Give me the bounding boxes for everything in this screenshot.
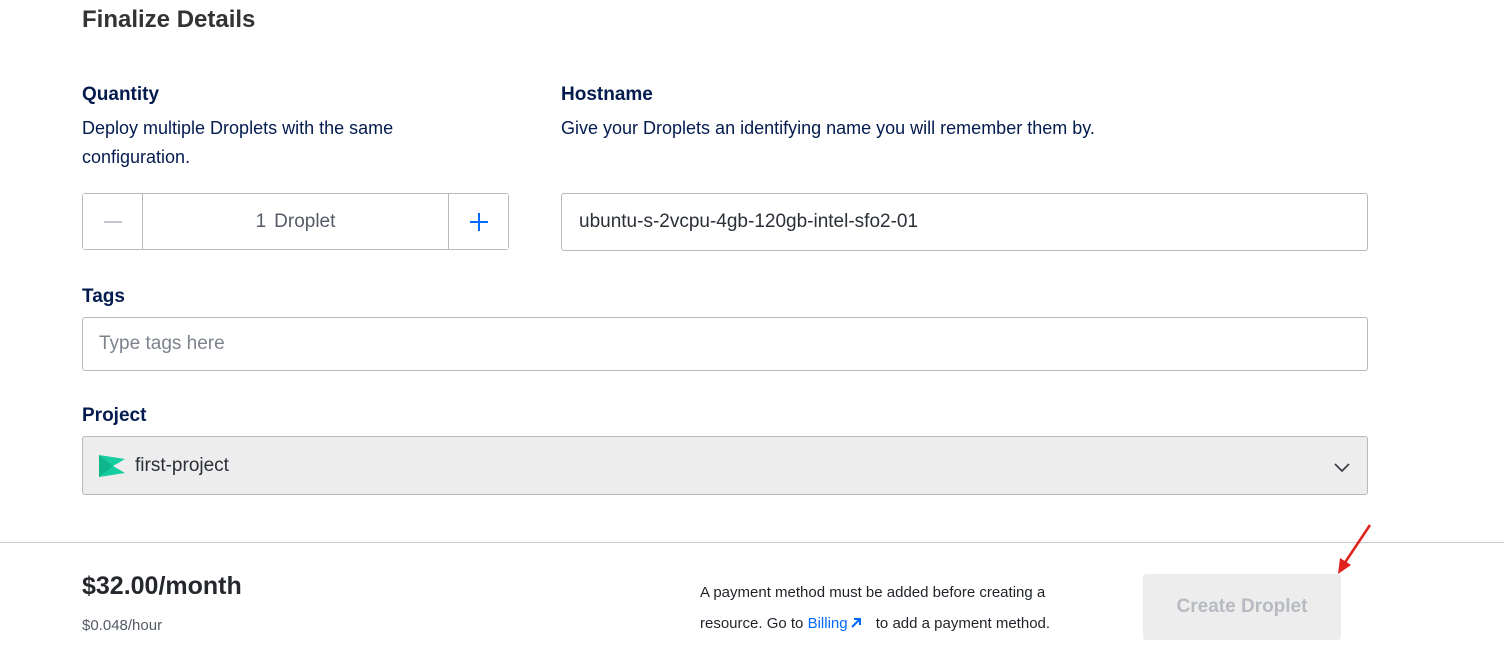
quantity-number: 1 [255, 210, 267, 232]
monthly-price: $32.00/month [82, 572, 242, 600]
payment-note: A payment method must be added before cr… [700, 577, 1100, 639]
hostname-description: Give your Droplets an identifying name y… [561, 118, 1095, 138]
section-title: Finalize Details [82, 6, 256, 33]
billing-link-label: Billing [807, 615, 848, 632]
payment-note-suffix: to add a payment method. [875, 615, 1051, 632]
quantity-unit: Droplet [274, 210, 336, 232]
chevron-down-icon [1334, 463, 1350, 473]
project-select[interactable]: first-project [82, 436, 1368, 495]
tags-label: Tags [82, 286, 125, 307]
plus-icon [469, 212, 488, 231]
footer-divider [0, 542, 1504, 543]
quantity-stepper: 1 Droplet [82, 193, 509, 250]
annotation-arrow-icon [1338, 524, 1372, 574]
hostname-label: Hostname [561, 84, 653, 105]
quantity-label: Quantity [82, 84, 160, 105]
decrement-button[interactable] [83, 194, 143, 249]
increment-button[interactable] [448, 194, 508, 249]
billing-link[interactable]: Billing [808, 615, 872, 632]
external-link-icon [850, 618, 861, 628]
project-label: Project [82, 405, 147, 426]
project-selected-value: first-project [135, 454, 229, 476]
create-droplet-button[interactable]: Create Droplet [1143, 574, 1341, 640]
hostname-input[interactable] [561, 193, 1368, 251]
quantity-description: Deploy multiple Droplets with the same c… [82, 118, 394, 167]
project-icon [99, 453, 125, 479]
finalize-details-page: Finalize Details Quantity Deploy multipl… [0, 0, 1504, 664]
minus-icon [103, 220, 122, 223]
tags-input[interactable] [82, 317, 1368, 371]
hourly-price: $0.048/hour [82, 617, 163, 634]
quantity-value[interactable]: 1 Droplet [143, 194, 448, 249]
